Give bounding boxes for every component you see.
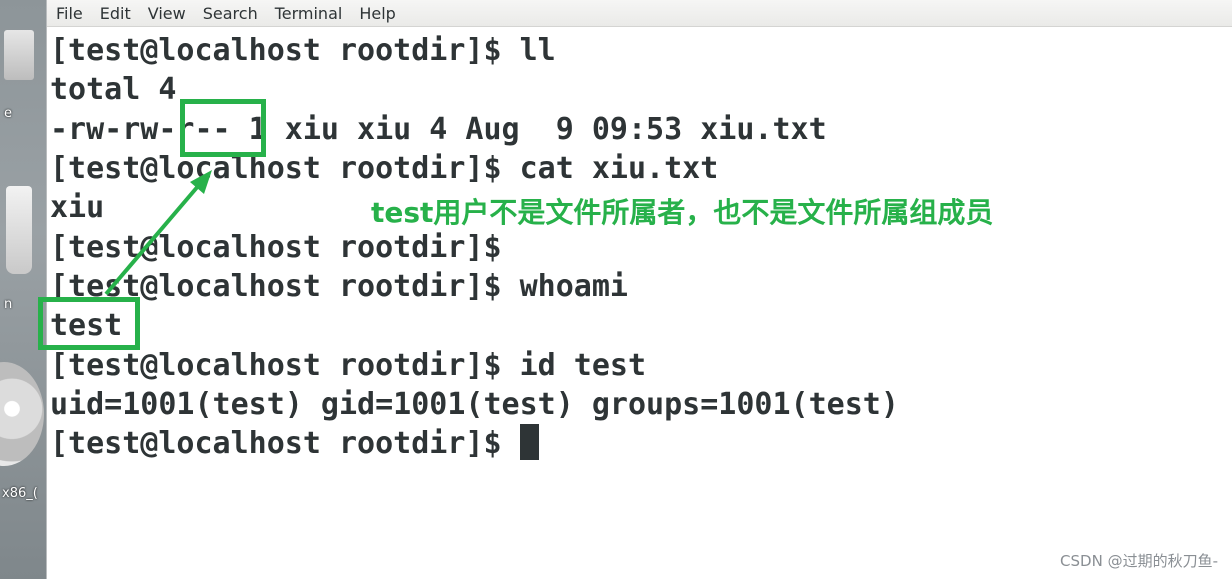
terminal-line: total 4 bbox=[50, 72, 177, 107]
terminal-line: [test@localhost rootdir]$ cat xiu.txt bbox=[50, 151, 719, 186]
terminal-line: xiu bbox=[50, 190, 105, 225]
disc-icon[interactable] bbox=[0, 362, 44, 466]
menu-file[interactable]: File bbox=[47, 4, 91, 23]
watermark: CSDN @过期的秋刀鱼- bbox=[1060, 552, 1218, 570]
terminal-line: [test@localhost rootdir]$ ll bbox=[50, 33, 556, 68]
desktop-icon-label: x86_( bbox=[2, 486, 38, 501]
menu-search[interactable]: Search bbox=[194, 4, 266, 23]
folder-icon[interactable] bbox=[4, 30, 34, 80]
terminal-window[interactable]: File Edit View Search Terminal Help [tes… bbox=[46, 0, 1232, 579]
screenshot-root: e n x86_( File Edit View Search Terminal… bbox=[0, 0, 1232, 579]
text-cursor bbox=[519, 424, 539, 460]
desktop-icon-label: e bbox=[4, 106, 12, 121]
terminal-line: [test@localhost rootdir]$ bbox=[50, 230, 502, 265]
menu-help[interactable]: Help bbox=[350, 4, 403, 23]
terminal-line: -rw-rw-r-- 1 xiu xiu 4 Aug 9 09:53 xiu.t… bbox=[50, 112, 827, 147]
menu-terminal[interactable]: Terminal bbox=[266, 4, 351, 23]
username-highlight-box bbox=[38, 297, 140, 350]
desktop-icon-label: n bbox=[4, 297, 13, 312]
menu-bar: File Edit View Search Terminal Help bbox=[47, 0, 1232, 27]
menu-view[interactable]: View bbox=[139, 4, 194, 23]
menu-edit[interactable]: Edit bbox=[91, 4, 139, 23]
trash-icon[interactable] bbox=[6, 186, 32, 274]
terminal-line: uid=1001(test) gid=1001(test) groups=100… bbox=[50, 387, 899, 422]
terminal-line: [test@localhost rootdir]$ id test bbox=[50, 348, 647, 383]
desktop-background: e n x86_( bbox=[0, 0, 46, 579]
terminal-prompt: [test@localhost rootdir]$ bbox=[50, 426, 520, 461]
terminal-prompt-line: [test@localhost rootdir]$ bbox=[50, 424, 539, 463]
annotation-note: test用户不是文件所属者，也不是文件所属组成员 bbox=[371, 196, 994, 229]
permission-highlight-box bbox=[180, 99, 266, 157]
